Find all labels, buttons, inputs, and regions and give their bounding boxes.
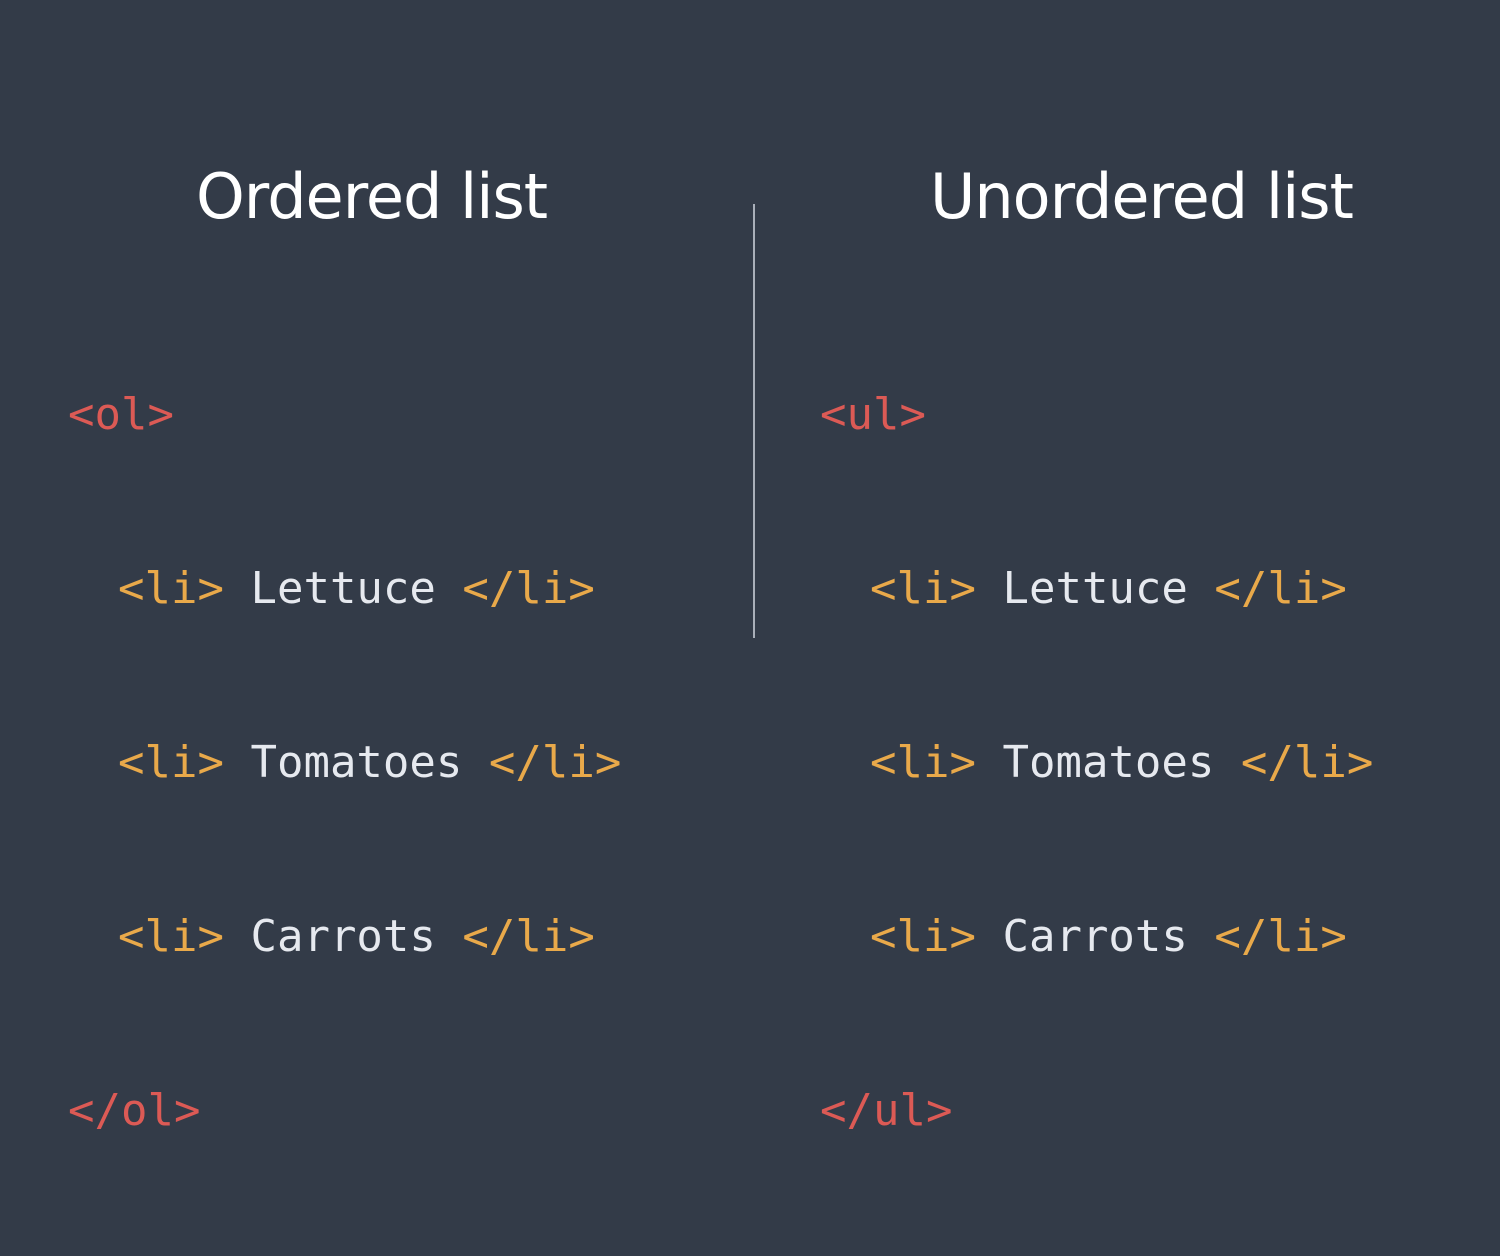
li-open-tag: <li>	[870, 737, 976, 788]
unordered-list-title: Unordered list	[930, 160, 1354, 233]
list-item-line: <li> Lettuce </li>	[68, 560, 621, 618]
list-item-text: Lettuce	[250, 563, 436, 614]
li-close-tag: </li>	[1214, 563, 1347, 614]
ul-close-tag: </ul>	[820, 1085, 953, 1136]
unordered-list-code-block: <ul> <li> Lettuce </li> <li> Tomatoes </…	[820, 270, 1373, 1256]
list-item-text: Carrots	[1002, 911, 1188, 962]
li-close-tag: </li>	[1240, 737, 1374, 788]
ol-close-tag: </ol>	[68, 1085, 201, 1136]
ul-close-line: </ul>	[820, 1082, 1373, 1140]
ol-open-line: <ol>	[68, 386, 621, 444]
li-open-tag: <li>	[118, 737, 224, 788]
ordered-list-code-block: <ol> <li> Lettuce </li> <li> Tomatoes </…	[68, 270, 621, 1256]
li-open-tag: <li>	[870, 563, 976, 614]
li-close-tag: </li>	[1214, 911, 1347, 962]
list-item-line: <li> Tomatoes </li>	[820, 734, 1373, 792]
ul-open-line: <ul>	[820, 386, 1373, 444]
list-item-text: Tomatoes	[250, 737, 463, 788]
li-close-tag: </li>	[488, 737, 622, 788]
li-open-tag: <li>	[118, 911, 224, 962]
ul-open-tag: <ul>	[820, 389, 926, 440]
list-item-text: Tomatoes	[1002, 737, 1215, 788]
li-open-tag: <li>	[870, 911, 976, 962]
ordered-list-title: Ordered list	[196, 160, 548, 233]
list-item-text: Lettuce	[1002, 563, 1188, 614]
ol-close-line: </ol>	[68, 1082, 621, 1140]
unordered-list-panel: Unordered list <ul> <li> Lettuce </li> <…	[752, 0, 1500, 1136]
list-item-text: Carrots	[250, 911, 436, 962]
li-close-tag: </li>	[462, 563, 595, 614]
list-item-line: <li> Carrots </li>	[68, 908, 621, 966]
li-close-tag: </li>	[462, 911, 595, 962]
list-item-line: <li> Carrots </li>	[820, 908, 1373, 966]
ordered-list-panel: Ordered list <ol> <li> Lettuce </li> <li…	[0, 0, 750, 1136]
ol-open-tag: <ol>	[68, 389, 174, 440]
li-open-tag: <li>	[118, 563, 224, 614]
list-item-line: <li> Lettuce </li>	[820, 560, 1373, 618]
list-item-line: <li> Tomatoes </li>	[68, 734, 621, 792]
